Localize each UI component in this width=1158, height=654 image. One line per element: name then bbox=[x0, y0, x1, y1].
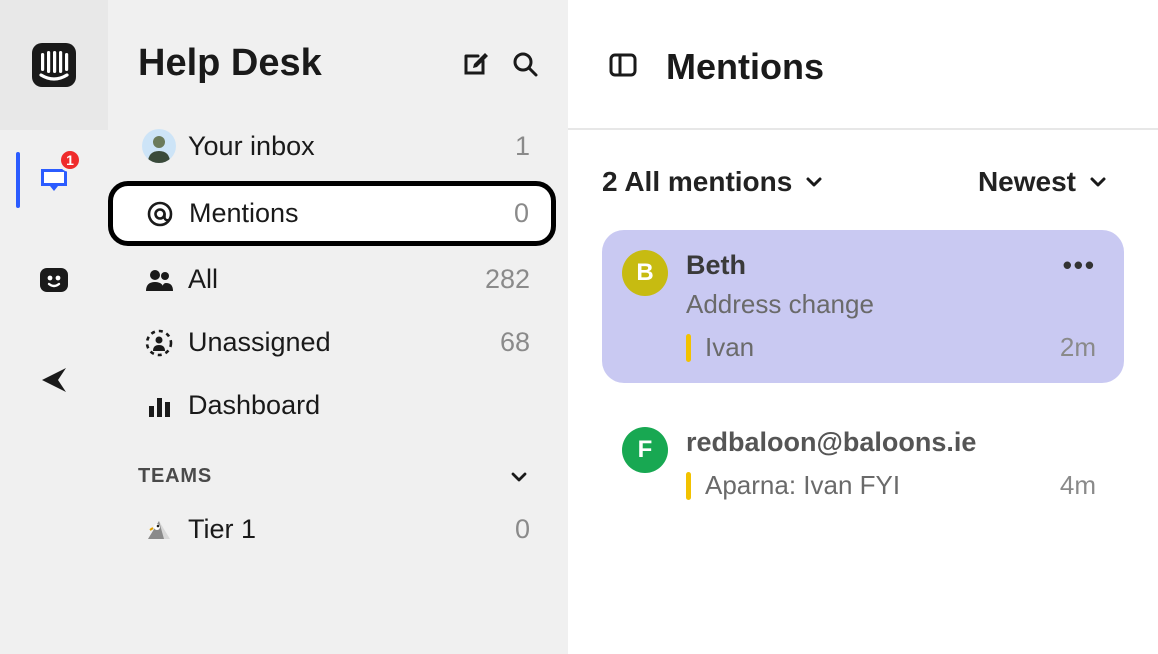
teams-header-label: TEAMS bbox=[138, 465, 508, 488]
nav-label: All bbox=[180, 264, 485, 295]
more-button[interactable]: ••• bbox=[1063, 250, 1096, 281]
main-header: Mentions bbox=[568, 0, 1158, 130]
compose-icon bbox=[461, 50, 489, 78]
note-indicator bbox=[686, 334, 691, 362]
sidebar: Help Desk Your inbox 1 bbox=[108, 0, 568, 654]
snippet: Ivan bbox=[705, 332, 1048, 363]
nav-count: 1 bbox=[515, 131, 530, 162]
team-tier1[interactable]: Tier 1 0 bbox=[108, 498, 556, 561]
sender-name: redbaloon@baloons.ie bbox=[686, 427, 1096, 458]
nav-label: Unassigned bbox=[180, 327, 500, 358]
chart-icon bbox=[138, 392, 180, 420]
nav-your-inbox[interactable]: Your inbox 1 bbox=[108, 113, 556, 179]
collapse-button[interactable] bbox=[608, 50, 638, 85]
card-body: Beth ••• Address change Ivan 2m bbox=[686, 250, 1096, 363]
avatar-icon bbox=[138, 129, 180, 163]
sender-name: Beth bbox=[686, 250, 1063, 281]
avatar: B bbox=[622, 250, 668, 296]
at-icon bbox=[139, 199, 181, 229]
inbox-badge: 1 bbox=[58, 148, 82, 172]
timestamp: 2m bbox=[1060, 332, 1096, 363]
teams-header[interactable]: TEAMS bbox=[108, 437, 556, 498]
sidebar-title: Help Desk bbox=[138, 42, 444, 85]
chevron-down-icon bbox=[508, 466, 530, 488]
conversation-card[interactable]: F redbaloon@baloons.ie Aparna: Ivan FYI … bbox=[602, 407, 1124, 521]
nav-count: 282 bbox=[485, 264, 530, 295]
sort-label: Newest bbox=[978, 166, 1076, 198]
nav-label: Dashboard bbox=[180, 390, 530, 421]
nav-count: 0 bbox=[514, 198, 529, 229]
sort-dropdown[interactable]: Newest bbox=[978, 166, 1108, 198]
unassigned-icon bbox=[138, 328, 180, 358]
search-icon bbox=[511, 50, 539, 78]
snippet: Aparna: Ivan FYI bbox=[705, 470, 1048, 501]
rail-send[interactable] bbox=[0, 330, 108, 430]
note-indicator bbox=[686, 472, 691, 500]
nav-label: Tier 1 bbox=[180, 514, 515, 545]
nav-label: Your inbox bbox=[180, 131, 515, 162]
bot-icon bbox=[38, 264, 70, 296]
sidebar-header: Help Desk bbox=[108, 42, 556, 113]
conversation-card[interactable]: B Beth ••• Address change Ivan 2m bbox=[602, 230, 1124, 383]
main-title: Mentions bbox=[666, 46, 824, 88]
subject: Address change bbox=[686, 289, 1096, 320]
rail-inbox[interactable]: 1 bbox=[0, 130, 108, 230]
nav-mentions[interactable]: Mentions 0 bbox=[108, 181, 556, 246]
sidebar-toggle-icon bbox=[608, 50, 638, 80]
nav-count: 0 bbox=[515, 514, 530, 545]
app-logo[interactable] bbox=[0, 0, 108, 130]
nav-label: Mentions bbox=[181, 198, 514, 229]
timestamp: 4m bbox=[1060, 470, 1096, 501]
eagle-icon bbox=[138, 515, 180, 545]
send-icon bbox=[39, 365, 69, 395]
compose-button[interactable] bbox=[456, 45, 494, 83]
filters-bar: 2 All mentions Newest bbox=[568, 130, 1158, 218]
chevron-down-icon bbox=[804, 172, 824, 192]
people-icon bbox=[138, 265, 180, 295]
rail-ai[interactable] bbox=[0, 230, 108, 330]
app-rail: 1 bbox=[0, 0, 108, 654]
avatar: F bbox=[622, 427, 668, 473]
filter-label: 2 All mentions bbox=[602, 166, 792, 198]
chevron-down-icon bbox=[1088, 172, 1108, 192]
nav-unassigned[interactable]: Unassigned 68 bbox=[108, 311, 556, 374]
main-panel: Mentions 2 All mentions Newest B Beth ••… bbox=[568, 0, 1158, 654]
search-button[interactable] bbox=[506, 45, 544, 83]
nav-all[interactable]: All 282 bbox=[108, 248, 556, 311]
filter-mentions[interactable]: 2 All mentions bbox=[602, 166, 824, 198]
nav-dashboard[interactable]: Dashboard bbox=[108, 374, 556, 437]
card-body: redbaloon@baloons.ie Aparna: Ivan FYI 4m bbox=[686, 427, 1096, 501]
nav-count: 68 bbox=[500, 327, 530, 358]
intercom-icon bbox=[32, 43, 76, 87]
